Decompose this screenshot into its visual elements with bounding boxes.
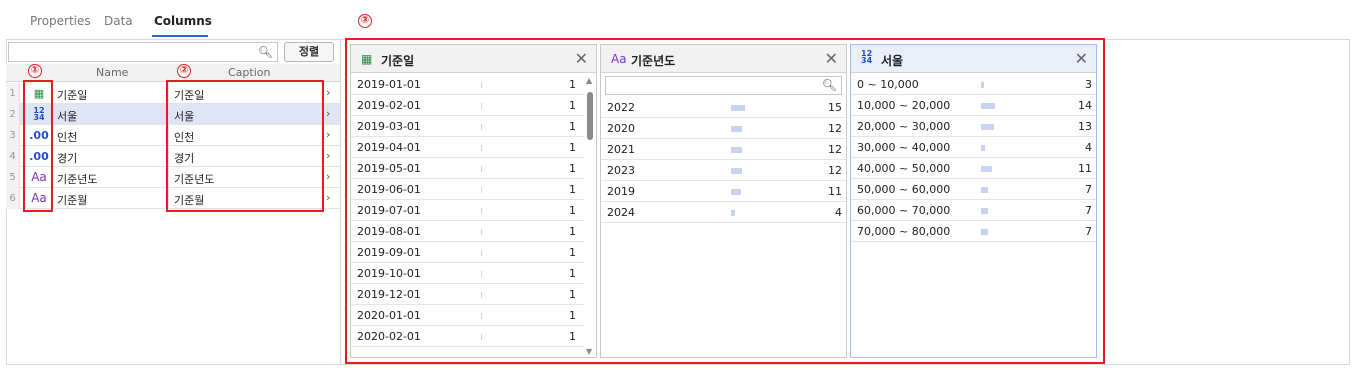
column-name: 경기	[57, 152, 78, 165]
tab-columns[interactable]: Columns	[154, 14, 212, 28]
row-number: 4	[6, 146, 20, 167]
column-name: 기준월	[57, 194, 88, 207]
active-tab-indicator	[152, 35, 208, 37]
column-name: 기준년도	[57, 173, 98, 186]
row-number: 5	[6, 167, 20, 188]
sort-button[interactable]: 정렬	[284, 42, 334, 62]
annotation-box-3	[345, 38, 1105, 364]
column-name: 서울	[57, 110, 78, 123]
column-name: 인천	[57, 131, 78, 144]
panel-divider	[340, 40, 341, 365]
annotation-badge-1: ①	[28, 64, 42, 78]
search-icon[interactable]: 🔍︎	[258, 45, 273, 59]
annotation-badge-3: ③	[358, 14, 372, 28]
chevron-right-icon[interactable]: ›	[326, 191, 330, 204]
tab-data[interactable]: Data	[104, 14, 133, 28]
row-number: 3	[6, 125, 20, 146]
row-number: 6	[6, 188, 20, 209]
tab-bar: Properties Data Columns	[0, 0, 1356, 40]
chevron-right-icon[interactable]: ›	[326, 107, 330, 120]
chevron-right-icon[interactable]: ›	[326, 128, 330, 141]
column-name: 기준일	[57, 89, 88, 102]
chevron-right-icon[interactable]: ›	[326, 149, 330, 162]
row-number: 1	[6, 83, 20, 104]
column-search-input[interactable]	[9, 43, 259, 61]
chevron-right-icon[interactable]: ›	[326, 170, 330, 183]
chevron-right-icon[interactable]: ›	[326, 86, 330, 99]
annotation-box-2	[166, 80, 324, 212]
header-name: Name	[96, 66, 129, 79]
annotation-box-1	[23, 80, 53, 212]
header-caption: Caption	[228, 66, 271, 79]
row-number: 2	[6, 104, 20, 125]
column-search-box: 🔍︎	[8, 42, 278, 62]
tab-properties[interactable]: Properties	[30, 14, 91, 28]
annotation-badge-2: ②	[177, 64, 191, 78]
